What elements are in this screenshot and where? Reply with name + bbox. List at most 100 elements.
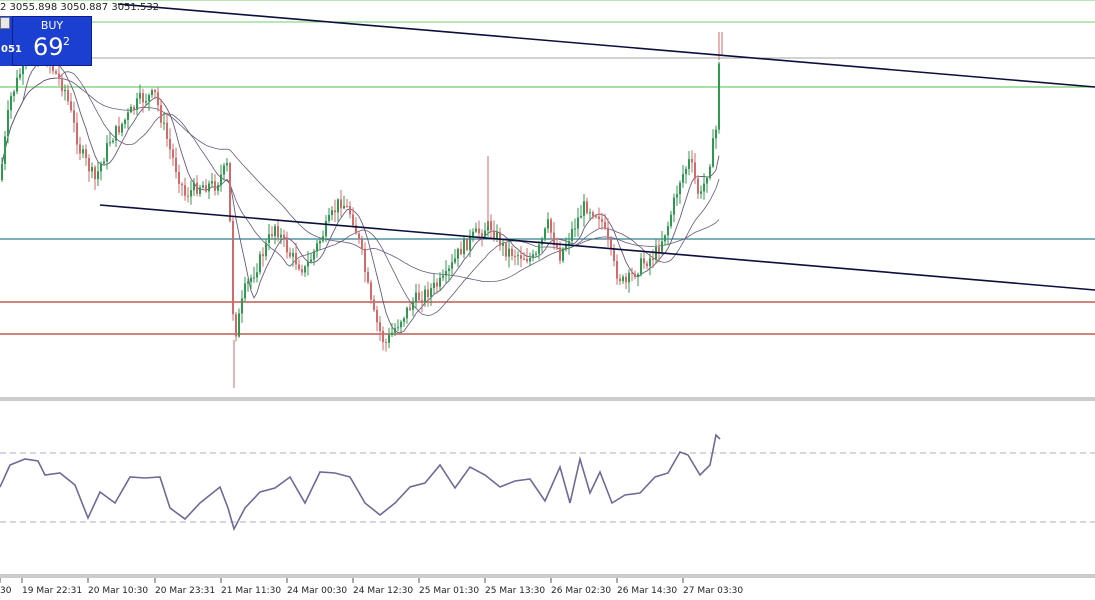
candle-body	[94, 167, 96, 180]
candle-body	[502, 243, 504, 246]
candle-body	[391, 332, 393, 335]
candle-body	[283, 234, 285, 238]
candle-body	[238, 313, 240, 337]
candle-body	[340, 199, 342, 209]
candle-body	[13, 91, 15, 97]
candle-body	[178, 172, 180, 184]
buy-button[interactable]: BUY 051 69 2	[1, 16, 92, 66]
candle-body	[475, 228, 477, 232]
candle-body	[85, 149, 87, 159]
candle-body	[436, 282, 438, 287]
candle-body	[265, 242, 267, 257]
candle-body	[316, 243, 318, 252]
candle-body	[247, 281, 249, 284]
candle-body	[223, 165, 225, 175]
candle-body	[61, 78, 63, 92]
candle-body	[673, 197, 675, 215]
candle-body	[361, 239, 363, 249]
candle-body	[169, 138, 171, 150]
candle-body	[454, 258, 456, 263]
candle-body	[346, 205, 348, 207]
candle-body	[586, 201, 588, 214]
candle-body	[517, 255, 519, 257]
candle-body	[166, 122, 168, 139]
candle-body	[469, 236, 471, 250]
candle-body	[556, 244, 558, 248]
candle-body	[643, 258, 645, 264]
candle-body	[691, 159, 693, 163]
candle-body	[496, 232, 498, 239]
candle-body	[19, 74, 21, 78]
candle-body	[181, 183, 183, 186]
candle-body	[526, 258, 528, 262]
candle-body	[322, 236, 324, 241]
candle-body	[658, 247, 660, 252]
candle-body	[73, 110, 75, 123]
candle-body	[70, 101, 72, 111]
candle-body	[79, 144, 81, 154]
candle-body	[310, 259, 312, 262]
candle-body	[409, 307, 411, 310]
candle-body	[193, 182, 195, 191]
candle-body	[76, 122, 78, 145]
candle-body	[445, 271, 447, 276]
candle-body	[367, 271, 369, 283]
candle-body	[220, 174, 222, 186]
candle-body	[388, 334, 390, 343]
time-axis-label: 25 Mar 13:30	[485, 586, 546, 596]
candle-body	[232, 220, 234, 315]
candle-body	[214, 181, 216, 191]
candle-body	[385, 342, 387, 344]
candle-body	[595, 216, 597, 218]
candle-body	[97, 171, 99, 180]
candle-body	[712, 138, 714, 167]
candle-body	[292, 252, 294, 257]
candle-body	[262, 254, 264, 257]
candle-body	[718, 63, 720, 130]
time-axis-label: 24 Mar 00:30	[287, 586, 348, 596]
candle-body	[604, 221, 606, 228]
candle-body	[382, 330, 384, 343]
candle-body	[577, 217, 579, 229]
candle-body	[280, 234, 282, 238]
candle-body	[253, 277, 255, 279]
candle-body	[352, 214, 354, 226]
candle-body	[682, 174, 684, 183]
candle-body	[244, 283, 246, 299]
candle-body	[115, 126, 117, 141]
candle-body	[688, 159, 690, 169]
candle-body	[592, 212, 594, 217]
candle-body	[607, 227, 609, 240]
candle-body	[289, 252, 291, 257]
candle-body	[370, 282, 372, 300]
price-fractional-digit: 2	[63, 35, 70, 48]
candle-body	[403, 318, 405, 322]
time-axis-label: 20 Mar 23:31	[155, 586, 216, 596]
candle-body	[640, 258, 642, 275]
candle-body	[634, 273, 636, 277]
candle-body	[493, 230, 495, 239]
panel-toggle-icon[interactable]	[0, 17, 10, 29]
candle-body	[229, 163, 231, 221]
candle-body	[151, 90, 153, 96]
candle-body	[4, 136, 6, 164]
candle-body	[574, 228, 576, 230]
price-chart[interactable]	[0, 0, 1095, 600]
candle-body	[514, 255, 516, 257]
candle-body	[337, 199, 339, 213]
candle-body	[520, 255, 522, 259]
candle-body	[538, 244, 540, 254]
candle-body	[121, 123, 123, 133]
candle-body	[697, 178, 699, 194]
price-prefix: 051	[1, 44, 22, 55]
candle-body	[580, 215, 582, 218]
candle-body	[16, 77, 18, 92]
candle-body	[646, 263, 648, 267]
candle-body	[655, 247, 657, 261]
candle-body	[142, 93, 144, 103]
candle-body	[343, 205, 345, 209]
candle-body	[397, 327, 399, 329]
candle-body	[406, 307, 408, 319]
candle-body	[451, 262, 453, 269]
candle-body	[7, 110, 9, 137]
